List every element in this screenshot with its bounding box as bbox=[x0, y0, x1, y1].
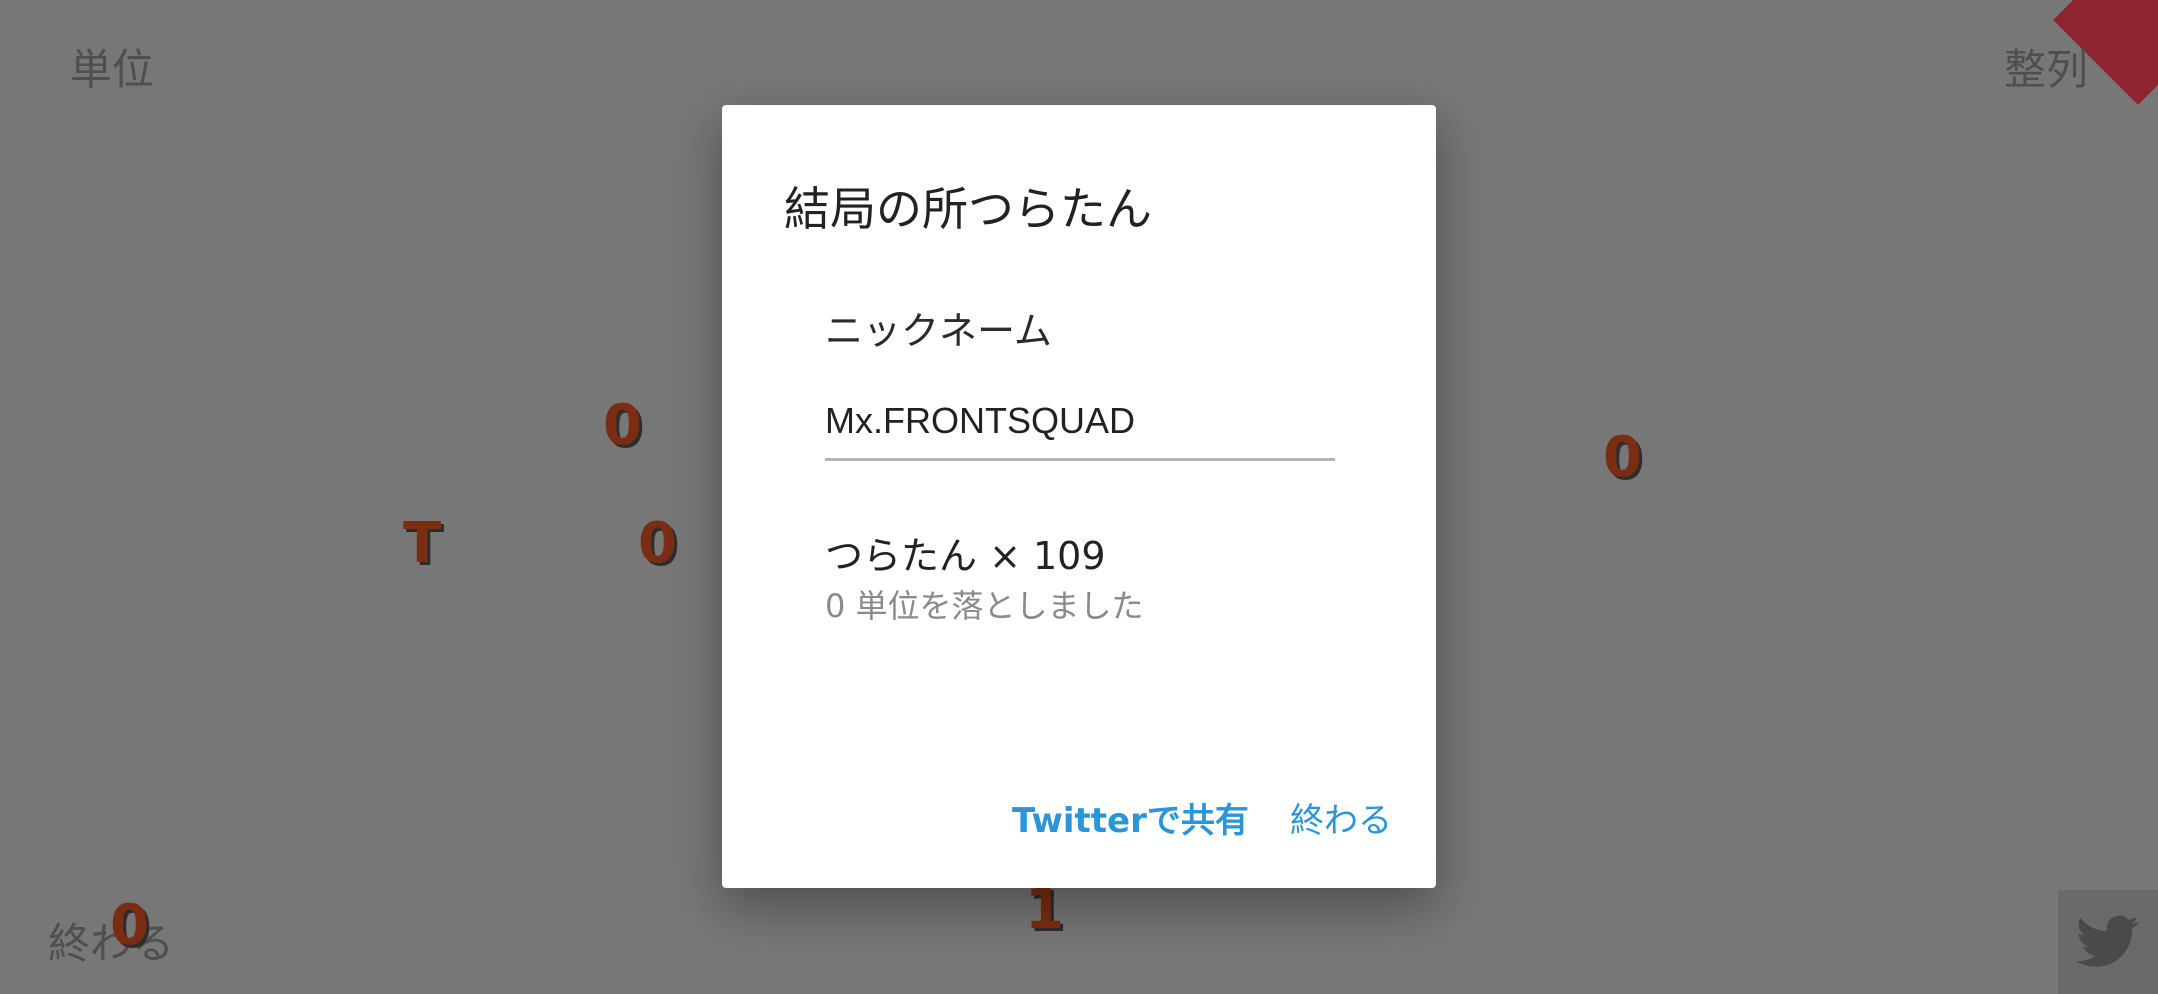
finish-button[interactable]: 終わる bbox=[1280, 785, 1402, 850]
result-dialog: 結局の所つらたん ニックネーム つらたん × 109 0 単位を落としました T… bbox=[722, 105, 1436, 888]
score-text: つらたん × 109 bbox=[825, 534, 1106, 578]
twitter-share-fab[interactable] bbox=[2058, 890, 2158, 994]
sort-button[interactable]: 整列 bbox=[2004, 36, 2088, 97]
twitter-bird-icon bbox=[2076, 915, 2139, 967]
share-twitter-button[interactable]: Twitterで共有 bbox=[1002, 785, 1259, 850]
nickname-input[interactable] bbox=[825, 383, 1335, 461]
falling-unit: T bbox=[403, 511, 442, 576]
units-title: 単位 bbox=[70, 45, 155, 94]
falling-unit: 0 bbox=[638, 511, 677, 576]
falling-unit: 0 bbox=[1603, 425, 1642, 490]
dropped-units-text: 0 単位を落としました bbox=[825, 587, 1144, 625]
nickname-label: ニックネーム bbox=[825, 309, 1052, 353]
falling-unit: 0 bbox=[110, 893, 149, 958]
dialog-title: 結局の所つらたん bbox=[784, 182, 1152, 236]
falling-unit: 1 bbox=[1025, 877, 1064, 942]
falling-unit: 0 bbox=[603, 393, 642, 458]
